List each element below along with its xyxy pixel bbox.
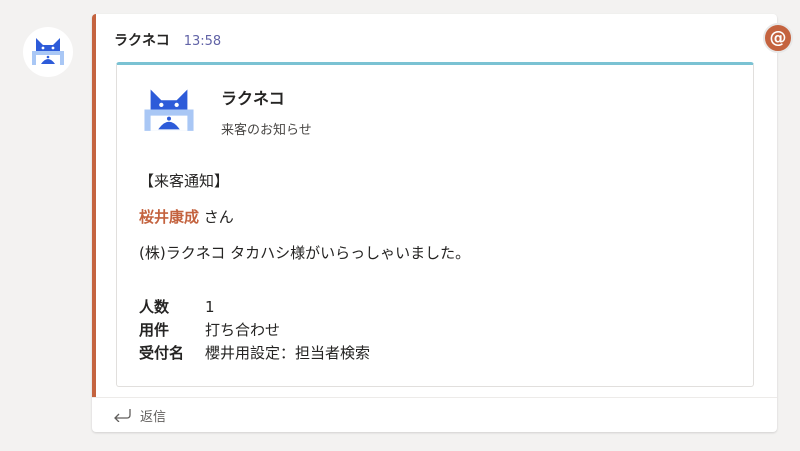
message-header: ラクネコ 13:58 <box>114 30 221 50</box>
mention-badge: @ <box>763 23 793 53</box>
fact-label: 人数 <box>139 298 170 316</box>
fact-label: 受付名 <box>139 344 185 362</box>
cat-logo-icon <box>32 38 64 65</box>
card-title: ラクネコ <box>221 89 285 108</box>
important-accent-bar <box>92 14 96 397</box>
card-logo <box>144 88 194 138</box>
arrival-message: (株)ラクネコ タカハシ様がいらっしゃいました。 <box>139 244 471 262</box>
message-timestamp: 13:58 <box>183 34 222 49</box>
fact-value: 打ち合わせ <box>205 321 281 339</box>
message-container: ラクネコ 13:58 ラクネコ 来客のお知らせ 【来客通知】 桜井康成 さん (… <box>92 14 777 432</box>
notice-heading: 【来客通知】 <box>139 172 230 190</box>
reply-button[interactable]: 返信 <box>92 397 777 432</box>
fact-label: 用件 <box>139 321 170 339</box>
reply-label: 返信 <box>140 409 167 425</box>
fact-row: 人数 1 <box>139 295 370 318</box>
cat-logo-icon <box>144 89 194 131</box>
fact-row: 受付名 櫻井用設定：担当者検索 <box>139 341 370 364</box>
person-name: 桜井康成 <box>139 208 200 226</box>
reply-arrow-icon <box>114 409 131 422</box>
person-line: 桜井康成 さん <box>139 206 234 227</box>
fact-value: 1 <box>205 297 215 316</box>
sender-avatar[interactable] <box>23 27 73 77</box>
sender-name[interactable]: ラクネコ <box>114 30 170 50</box>
person-suffix: さん <box>199 208 234 226</box>
fact-value: 櫻井用設定：担当者検索 <box>205 344 371 362</box>
fact-set: 人数 1 用件 打ち合わせ 受付名 櫻井用設定：担当者検索 <box>139 295 370 364</box>
card-subtitle: 来客のお知らせ <box>221 123 312 138</box>
adaptive-card: ラクネコ 来客のお知らせ 【来客通知】 桜井康成 さん (株)ラクネコ タカハシ… <box>116 62 754 387</box>
fact-row: 用件 打ち合わせ <box>139 318 370 341</box>
